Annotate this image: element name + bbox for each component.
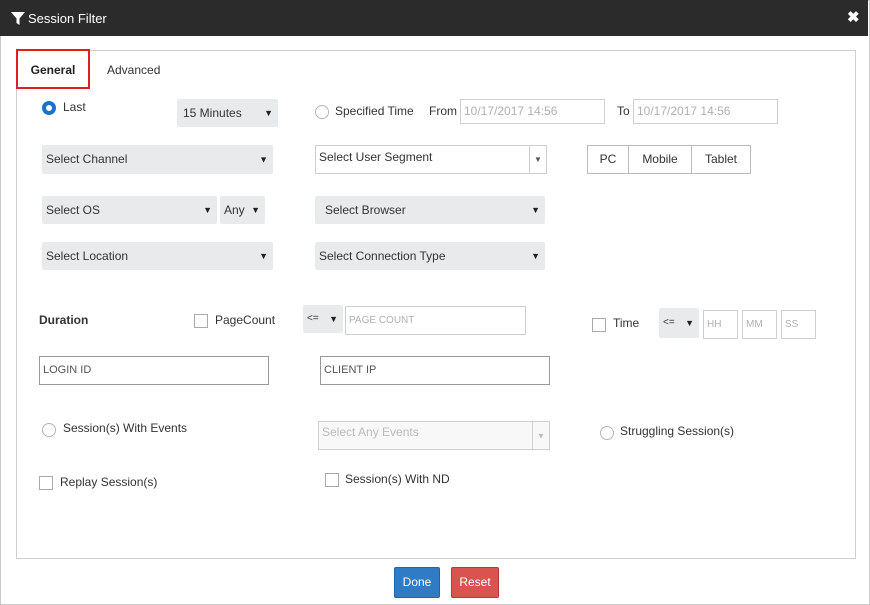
replay-checkbox[interactable]: [39, 476, 53, 490]
user-segment-toggle[interactable]: ▼: [529, 146, 546, 173]
location-select[interactable]: Select Location ▼: [42, 242, 273, 270]
with-nd-label: Session(s) With ND: [345, 472, 450, 486]
events-multiselect[interactable]: Select Any Events ▼: [318, 421, 550, 450]
reset-button[interactable]: Reset: [451, 567, 499, 598]
os-version-value: Any: [224, 203, 245, 217]
events-toggle[interactable]: ▼: [532, 422, 549, 449]
filter-icon: [11, 12, 25, 25]
login-id-input[interactable]: LOGIN ID: [39, 356, 269, 385]
os-version-select[interactable]: Any ▼: [220, 196, 265, 224]
specified-time-radio[interactable]: [315, 105, 329, 119]
chevron-down-icon: ▼: [329, 314, 338, 324]
pagecount-label: PageCount: [215, 313, 276, 327]
dialog-title: Session Filter: [28, 11, 107, 26]
chevron-down-icon: ▼: [259, 251, 268, 261]
last-label: Last: [63, 100, 86, 114]
done-button[interactable]: Done: [394, 567, 440, 598]
chevron-down-icon: ▼: [531, 205, 540, 215]
pagecount-input[interactable]: PAGE COUNT: [345, 306, 526, 335]
from-date-input[interactable]: 10/17/2017 14:56: [460, 99, 605, 124]
struggling-label: Struggling Session(s): [620, 424, 735, 438]
chevron-down-icon: ▼: [531, 251, 540, 261]
browser-select-label: Select Browser: [325, 203, 406, 217]
title-bar: [0, 0, 868, 36]
os-select-label: Select OS: [46, 203, 101, 217]
time-operator-value: <=: [663, 317, 675, 328]
seconds-input[interactable]: SS: [781, 310, 816, 339]
user-segment-placeholder: Select User Segment: [319, 150, 433, 164]
tab-advanced[interactable]: Advanced: [107, 63, 160, 77]
hours-input[interactable]: HH: [703, 310, 738, 339]
from-label: From: [429, 104, 457, 118]
chevron-down-icon: ▼: [537, 431, 545, 440]
chevron-down-icon: ▼: [685, 318, 694, 328]
time-operator-select[interactable]: <= ▼: [659, 308, 699, 338]
with-nd-checkbox[interactable]: [325, 473, 339, 487]
user-segment-multiselect[interactable]: Select User Segment ▼: [315, 145, 547, 174]
with-events-radio[interactable]: [42, 423, 56, 437]
duration-label: Duration: [39, 313, 89, 327]
device-mobile-button[interactable]: Mobile: [628, 145, 692, 174]
to-date-input[interactable]: 10/17/2017 14:56: [633, 99, 778, 124]
to-label: To: [617, 104, 630, 118]
last-duration-value: 15 Minutes: [183, 106, 242, 120]
events-placeholder: Select Any Events: [322, 425, 419, 439]
with-events-label: Session(s) With Events: [63, 421, 188, 435]
connection-type-select[interactable]: Select Connection Type ▼: [315, 242, 545, 270]
chevron-down-icon: ▼: [264, 108, 273, 118]
channel-select-label: Select Channel: [46, 152, 128, 166]
replay-label: Replay Session(s): [60, 475, 158, 489]
tab-general[interactable]: General: [16, 49, 90, 89]
pagecount-checkbox[interactable]: [194, 314, 208, 328]
pagecount-operator-select[interactable]: <= ▼: [303, 305, 343, 333]
chevron-down-icon: ▼: [251, 205, 260, 215]
last-radio[interactable]: [42, 101, 56, 115]
time-label: Time: [613, 316, 640, 330]
connection-type-label: Select Connection Type: [319, 249, 446, 263]
device-tablet-button[interactable]: Tablet: [691, 145, 751, 174]
struggling-radio[interactable]: [600, 426, 614, 440]
client-ip-input[interactable]: CLIENT IP: [320, 356, 550, 385]
minutes-input[interactable]: MM: [742, 310, 777, 339]
time-checkbox[interactable]: [592, 318, 606, 332]
chevron-down-icon: ▼: [534, 154, 542, 164]
chevron-down-icon: ▼: [203, 205, 212, 215]
browser-select[interactable]: Select Browser ▼: [315, 196, 545, 224]
channel-select[interactable]: Select Channel ▼: [42, 145, 273, 174]
pagecount-operator-value: <=: [307, 313, 319, 324]
location-select-label: Select Location: [46, 249, 129, 263]
specified-time-label: Specified Time: [335, 104, 414, 118]
device-pc-button[interactable]: PC: [587, 145, 629, 174]
close-icon[interactable]: ✖: [847, 10, 860, 25]
last-duration-select[interactable]: 15 Minutes ▼: [177, 99, 278, 127]
os-select[interactable]: Select OS ▼: [42, 196, 217, 224]
chevron-down-icon: ▼: [259, 154, 268, 164]
